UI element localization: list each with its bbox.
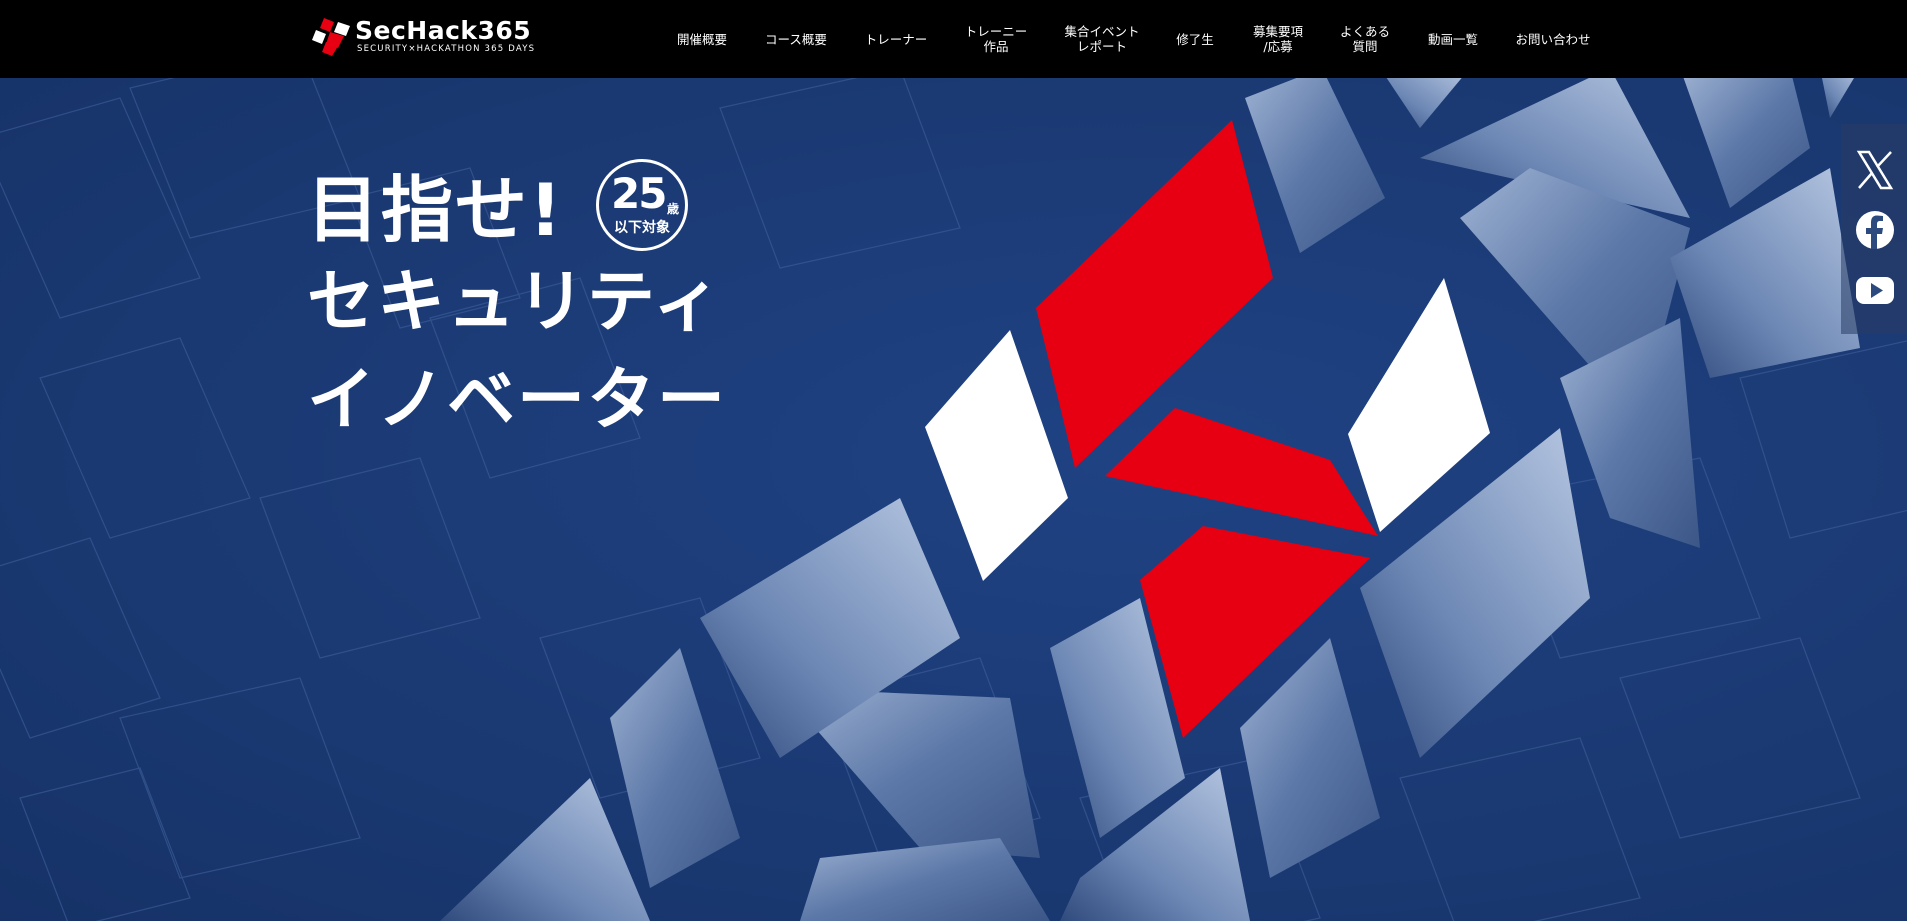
site-header: SecHack365 SECURITY×HACKATHON 365 DAYS 開… bbox=[0, 0, 1907, 78]
nav-item-course[interactable]: コース概要 bbox=[765, 0, 827, 78]
hero-line-2: セキュリティ bbox=[307, 263, 723, 342]
emblem-white-left bbox=[925, 330, 1068, 581]
nav-item-trainer[interactable]: トレーナー bbox=[865, 0, 928, 78]
photo-tile bbox=[440, 778, 650, 921]
emblem-red-middle bbox=[1105, 408, 1378, 536]
nav-item-faq[interactable]: よくある 質問 bbox=[1340, 0, 1390, 78]
nav-item-graduates[interactable]: 修了生 bbox=[1176, 0, 1214, 78]
emblem-white-right bbox=[1348, 278, 1490, 532]
hero-line-1: 目指せ! bbox=[307, 168, 564, 252]
social-links bbox=[1841, 124, 1907, 334]
nav-item-overview[interactable]: 開催概要 bbox=[677, 0, 727, 78]
age-badge-unit: 歳 bbox=[667, 202, 680, 216]
photo-tile bbox=[610, 648, 740, 888]
photo-tile bbox=[1683, 78, 1810, 208]
main-nav: 開催概要 コース概要 トレーナー トレーニー 作品 集合イベント レポート 修了… bbox=[0, 0, 1907, 78]
x-icon[interactable] bbox=[1855, 150, 1895, 190]
emblem-red-top bbox=[1036, 120, 1273, 468]
age-badge-label: 以下対象 bbox=[614, 220, 670, 236]
photo-tile bbox=[1386, 78, 1462, 128]
age-badge: 25 歳 以下対象 bbox=[596, 159, 688, 251]
hero-line-3: イノベーター bbox=[307, 361, 728, 440]
nav-item-contact[interactable]: お問い合わせ bbox=[1515, 0, 1590, 78]
photo-tile bbox=[1240, 638, 1380, 878]
facebook-icon[interactable] bbox=[1855, 210, 1895, 250]
age-badge-number: 25 bbox=[611, 169, 667, 218]
hero-section: 目指せ! 25 歳 以下対象 セキュリティ イノベーター bbox=[0, 78, 1907, 921]
photo-tile bbox=[1670, 168, 1860, 378]
nav-item-trainee-works[interactable]: トレーニー 作品 bbox=[965, 0, 1028, 78]
nav-item-application[interactable]: 募集要項 /応募 bbox=[1253, 0, 1303, 78]
photo-tile bbox=[1822, 78, 1854, 118]
nav-item-videos[interactable]: 動画一覧 bbox=[1428, 0, 1478, 78]
photo-tile bbox=[1245, 78, 1385, 253]
photo-mosaic bbox=[440, 78, 1860, 921]
youtube-icon[interactable] bbox=[1855, 270, 1895, 310]
nav-item-event-report[interactable]: 集合イベント レポート bbox=[1064, 0, 1139, 78]
